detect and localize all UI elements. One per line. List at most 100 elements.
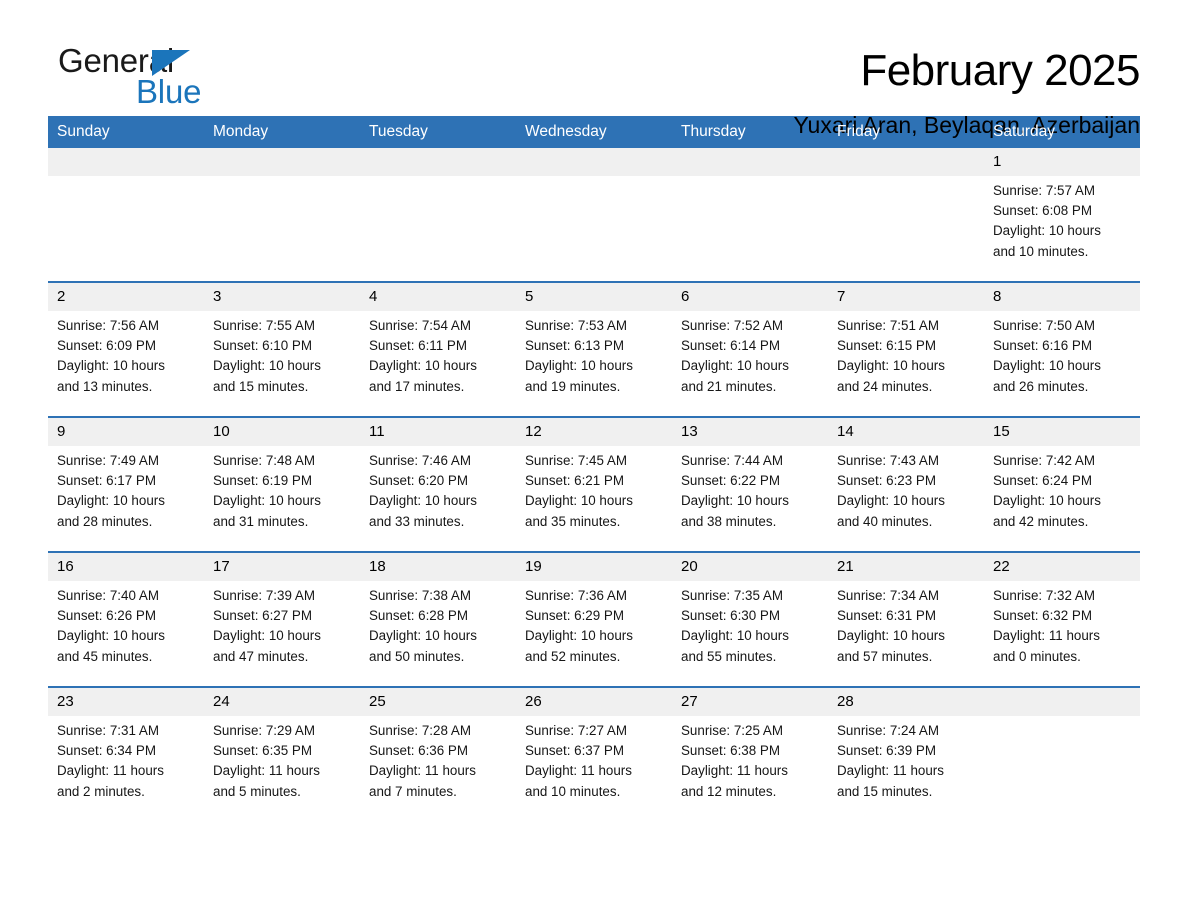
day-cell[interactable]: 21 Sunrise: 7:34 AM Sunset: 6:31 PM Dayligh…	[828, 553, 984, 686]
day-cell[interactable]: 24 Sunrise: 7:29 AM Sunset: 6:35 PM Dayligh…	[204, 688, 360, 821]
day-cell[interactable]: 16 Sunrise: 7:40 AM Sunset: 6:26 PM Dayligh…	[48, 553, 204, 686]
weekday-header-friday: Friday	[837, 123, 881, 140]
daylight-text-line1: Daylight: 10 hours	[681, 358, 789, 374]
daylight-text-line1: Daylight: 11 hours	[993, 628, 1100, 644]
day-cell[interactable]: 11 Sunrise: 7:46 AM Sunset: 6:20 PM Dayligh…	[360, 418, 516, 551]
day-cell-empty	[204, 148, 360, 281]
sunrise-text: Sunrise: 7:36 AM	[525, 588, 627, 603]
sunset-text: Sunset: 6:30 PM	[681, 608, 780, 624]
day-number: 22	[984, 553, 1140, 581]
day-info: Sunrise: 7:46 AM Sunset: 6:20 PM Daylight:…	[360, 446, 516, 532]
sunrise-text: Sunrise: 7:29 AM	[213, 723, 315, 738]
sunset-text: Sunset: 6:37 PM	[525, 743, 624, 759]
day-cell[interactable]: 19 Sunrise: 7:36 AM Sunset: 6:29 PM Dayligh…	[516, 553, 672, 686]
daylight-text-line2: and 26 minutes.	[993, 378, 1089, 394]
day-number: 8	[984, 283, 1140, 311]
day-info: Sunrise: 7:49 AM Sunset: 6:17 PM Daylight:…	[48, 446, 204, 532]
day-cell[interactable]: 17 Sunrise: 7:39 AM Sunset: 6:27 PM Dayligh…	[204, 553, 360, 686]
daylight-text-line1: Daylight: 10 hours	[525, 358, 633, 374]
day-number: 1	[984, 148, 1140, 176]
day-cell[interactable]: 3 Sunrise: 7:55 AM Sunset: 6:10 PM Daylight…	[204, 283, 360, 416]
daylight-text-line2: and 50 minutes.	[369, 648, 465, 664]
day-cell-empty	[48, 148, 204, 281]
daylight-text-line1: Daylight: 10 hours	[369, 628, 477, 644]
daylight-text-line2: and 21 minutes.	[681, 378, 777, 394]
daylight-text-line1: Daylight: 10 hours	[57, 358, 165, 374]
day-cell[interactable]: 26 Sunrise: 7:27 AM Sunset: 6:37 PM Dayligh…	[516, 688, 672, 821]
sunset-text: Sunset: 6:32 PM	[993, 608, 1092, 624]
day-cell[interactable]: 14 Sunrise: 7:43 AM Sunset: 6:23 PM Dayligh…	[828, 418, 984, 551]
daylight-text-line1: Daylight: 10 hours	[993, 358, 1101, 374]
day-number: 5	[516, 283, 672, 311]
daylight-text-line2: and 42 minutes.	[993, 513, 1089, 529]
sunset-text: Sunset: 6:09 PM	[57, 338, 156, 354]
daylight-text-line2: and 15 minutes.	[837, 783, 933, 799]
day-cell[interactable]: 15 Sunrise: 7:42 AM Sunset: 6:24 PM Dayligh…	[984, 418, 1140, 551]
sunrise-text: Sunrise: 7:34 AM	[837, 588, 939, 603]
day-cell[interactable]: 18 Sunrise: 7:38 AM Sunset: 6:28 PM Dayligh…	[360, 553, 516, 686]
day-cell[interactable]: 28 Sunrise: 7:24 AM Sunset: 6:39 PM Dayligh…	[828, 688, 984, 821]
daylight-text-line2: and 40 minutes.	[837, 513, 933, 529]
day-cell[interactable]: 10 Sunrise: 7:48 AM Sunset: 6:19 PM Dayligh…	[204, 418, 360, 551]
day-cell[interactable]: 7 Sunrise: 7:51 AM Sunset: 6:15 PM Daylight…	[828, 283, 984, 416]
day-info: Sunrise: 7:40 AM Sunset: 6:26 PM Daylight:…	[48, 581, 204, 667]
sunset-text: Sunset: 6:24 PM	[993, 473, 1092, 489]
day-cell[interactable]: 13 Sunrise: 7:44 AM Sunset: 6:22 PM Dayligh…	[672, 418, 828, 551]
daylight-text-line1: Daylight: 11 hours	[681, 763, 788, 779]
sunrise-text: Sunrise: 7:52 AM	[681, 318, 783, 333]
weekday-header-saturday: Saturday	[993, 123, 1056, 140]
day-cell[interactable]: 8 Sunrise: 7:50 AM Sunset: 6:16 PM Daylight…	[984, 283, 1140, 416]
day-cell[interactable]: 2 Sunrise: 7:56 AM Sunset: 6:09 PM Daylight…	[48, 283, 204, 416]
day-cell[interactable]: 4 Sunrise: 7:54 AM Sunset: 6:11 PM Daylight…	[360, 283, 516, 416]
logo-text-blue: Blue	[136, 73, 202, 110]
sunset-text: Sunset: 6:27 PM	[213, 608, 312, 624]
daylight-text-line2: and 33 minutes.	[369, 513, 465, 529]
day-number: 21	[828, 553, 984, 581]
day-info: Sunrise: 7:29 AM Sunset: 6:35 PM Daylight:…	[204, 716, 360, 802]
day-info: Sunrise: 7:48 AM Sunset: 6:19 PM Daylight:…	[204, 446, 360, 532]
day-cell[interactable]: 20 Sunrise: 7:35 AM Sunset: 6:30 PM Dayligh…	[672, 553, 828, 686]
day-number	[516, 148, 672, 176]
sunset-text: Sunset: 6:28 PM	[369, 608, 468, 624]
day-cell-empty	[516, 148, 672, 281]
daylight-text-line2: and 10 minutes.	[525, 783, 621, 799]
day-cell-empty	[672, 148, 828, 281]
day-number	[672, 148, 828, 176]
day-number: 2	[48, 283, 204, 311]
daylight-text-line2: and 2 minutes.	[57, 783, 145, 799]
weekday-header-sunday: Sunday	[57, 123, 110, 140]
day-info: Sunrise: 7:52 AM Sunset: 6:14 PM Daylight:…	[672, 311, 828, 397]
day-cell[interactable]: 5 Sunrise: 7:53 AM Sunset: 6:13 PM Daylight…	[516, 283, 672, 416]
day-cell-empty	[360, 148, 516, 281]
sunrise-text: Sunrise: 7:32 AM	[993, 588, 1095, 603]
sunset-text: Sunset: 6:38 PM	[681, 743, 780, 759]
sunset-text: Sunset: 6:08 PM	[993, 203, 1092, 219]
day-cell[interactable]: 22 Sunrise: 7:32 AM Sunset: 6:32 PM Dayligh…	[984, 553, 1140, 686]
daylight-text-line1: Daylight: 10 hours	[57, 493, 165, 509]
sunrise-text: Sunrise: 7:49 AM	[57, 453, 159, 468]
day-cell[interactable]: 6 Sunrise: 7:52 AM Sunset: 6:14 PM Daylight…	[672, 283, 828, 416]
day-cell[interactable]: 9 Sunrise: 7:49 AM Sunset: 6:17 PM Daylight…	[48, 418, 204, 551]
daylight-text-line1: Daylight: 10 hours	[369, 358, 477, 374]
day-cell[interactable]: 12 Sunrise: 7:45 AM Sunset: 6:21 PM Dayligh…	[516, 418, 672, 551]
daylight-text-line2: and 31 minutes.	[213, 513, 309, 529]
page-header: General Blue February 2025 Yuxari Aran, …	[48, 0, 1140, 139]
daylight-text-line2: and 7 minutes.	[369, 783, 457, 799]
day-info: Sunrise: 7:44 AM Sunset: 6:22 PM Daylight:…	[672, 446, 828, 532]
daylight-text-line2: and 19 minutes.	[525, 378, 621, 394]
sunrise-text: Sunrise: 7:51 AM	[837, 318, 939, 333]
day-cell[interactable]: 27 Sunrise: 7:25 AM Sunset: 6:38 PM Dayligh…	[672, 688, 828, 821]
day-cell[interactable]: 25 Sunrise: 7:28 AM Sunset: 6:36 PM Dayligh…	[360, 688, 516, 821]
day-cell[interactable]: 1 Sunrise: 7:57 AM Sunset: 6:08 PM Daylight…	[984, 148, 1140, 281]
day-number: 7	[828, 283, 984, 311]
sunrise-text: Sunrise: 7:55 AM	[213, 318, 315, 333]
sunrise-text: Sunrise: 7:50 AM	[993, 318, 1095, 333]
daylight-text-line1: Daylight: 10 hours	[837, 358, 945, 374]
day-cell[interactable]: 23 Sunrise: 7:31 AM Sunset: 6:34 PM Dayligh…	[48, 688, 204, 821]
sunset-text: Sunset: 6:35 PM	[213, 743, 312, 759]
day-number	[984, 688, 1140, 716]
day-number	[360, 148, 516, 176]
day-cell-empty	[984, 688, 1140, 821]
daylight-text-line1: Daylight: 11 hours	[525, 763, 632, 779]
daylight-text-line2: and 0 minutes.	[993, 648, 1081, 664]
